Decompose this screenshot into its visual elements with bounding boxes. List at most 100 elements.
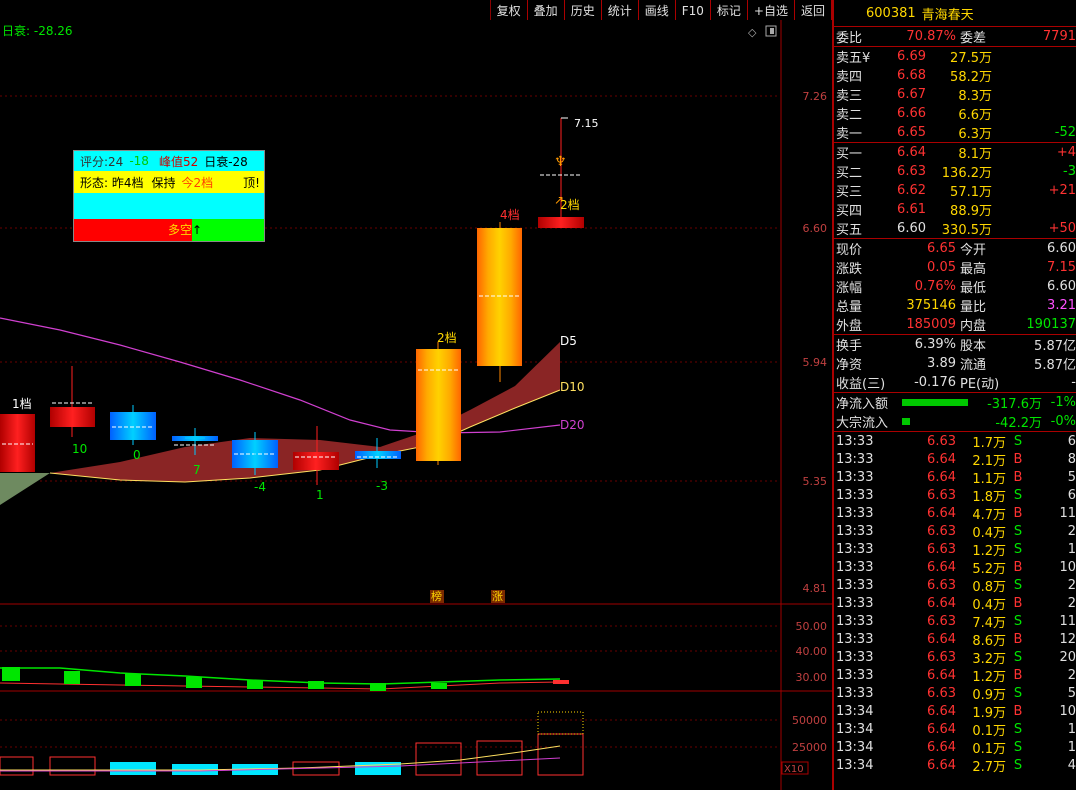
signal-legend-box: 评分:24 -18 峰值52 日衰-28 形态: 昨4档 保持 今2档 顶! 多… xyxy=(73,150,265,242)
toolbar-add-watchlist-button[interactable]: +自选 xyxy=(748,0,795,20)
tick-count: 10 xyxy=(1059,703,1076,719)
toolbar-history-button[interactable]: 历史 xyxy=(565,0,602,20)
tick-row[interactable]: 13:34 6.64 1.9万 B 10 xyxy=(834,702,1076,721)
tick-row[interactable]: 13:33 6.63 0.9万 S 5 xyxy=(834,684,1076,703)
candle[interactable] xyxy=(477,228,522,366)
buy-row[interactable]: 买一 6.64 8.1万 +4 xyxy=(834,143,1076,162)
candle[interactable] xyxy=(0,414,35,472)
tick-list[interactable]: 13:33 6.63 1.7万 S 6 13:33 6.64 2.1万 B 8 13:33 6.64 1… xyxy=(834,431,1076,775)
tick-row[interactable]: 13:33 6.64 5.2万 B 10 xyxy=(834,558,1076,577)
tick-row[interactable]: 13:33 6.63 3.2万 S 20 xyxy=(834,648,1076,667)
tick-price: 6.64 xyxy=(927,559,956,575)
toolbar-f10-button[interactable]: F10 xyxy=(676,0,711,20)
tick-volume: 7.4万 xyxy=(972,615,1006,631)
tick-row[interactable]: 13:33 6.63 1.7万 S 6 xyxy=(834,432,1076,451)
price-axis-label: 7.26 xyxy=(803,90,828,103)
indicator-pane[interactable] xyxy=(0,667,569,691)
quote-panel: 600381 青海春天 委比 70.87% 委差 7791 卖五¥ 6.69 2… xyxy=(832,0,1076,790)
tick-side: B xyxy=(1013,505,1023,521)
tick-count: 1 xyxy=(1067,739,1076,755)
chart-toolbar: 复权 叠加 历史 统计 画线 F10 标记 +自选 返回 xyxy=(489,0,832,20)
tick-row[interactable]: 13:33 6.64 4.7万 B 11 xyxy=(834,504,1076,523)
tick-row[interactable]: 13:33 6.63 1.8万 S 6 xyxy=(834,486,1076,505)
fund-value: 3.89 xyxy=(927,356,956,371)
stat-row: 现价 6.65 今开 6.60 xyxy=(834,239,1076,258)
tick-row[interactable]: 13:33 6.64 1.2万 B 2 xyxy=(834,666,1076,685)
toolbar-mark-button[interactable]: 标记 xyxy=(711,0,748,20)
candle[interactable] xyxy=(416,349,461,461)
daily-decay-label: 日衰: -28.26 xyxy=(2,22,73,39)
sell-row[interactable]: 卖五¥ 6.69 27.5万 xyxy=(834,47,1076,66)
volume-pane[interactable] xyxy=(0,711,584,776)
tick-count: 5 xyxy=(1067,469,1076,485)
candle[interactable] xyxy=(293,452,339,470)
sell-level-label: 卖二 xyxy=(836,108,863,123)
tick-price: 6.63 xyxy=(927,613,956,629)
toolbar-stats-button[interactable]: 统计 xyxy=(602,0,639,20)
buy-volume: 57.1万 xyxy=(950,185,992,200)
tick-row[interactable]: 13:33 6.64 2.1万 B 8 xyxy=(834,450,1076,469)
sell-volume: 27.5万 xyxy=(950,51,992,66)
toolbar-back-button[interactable]: 返回 xyxy=(795,0,832,20)
kline-chart-svg[interactable]: 7.26 6.60 5.94 5.35 4.81 50.00 40.00 30.… xyxy=(0,0,832,790)
candle-label: 2档 xyxy=(560,198,580,212)
buy-price: 6.64 xyxy=(897,145,926,160)
sell-orders: 卖五¥ 6.69 27.5万 卖四 6.68 58.2万 卖三 6.67 8.3… xyxy=(834,47,1076,142)
fund-label: 收益(三) xyxy=(836,377,886,392)
tick-row[interactable]: 13:33 6.63 7.4万 S 11 xyxy=(834,612,1076,631)
legend-row-empty xyxy=(74,193,264,219)
tick-count: 11 xyxy=(1059,613,1076,629)
tick-row[interactable]: 13:33 6.64 8.6万 B 12 xyxy=(834,630,1076,649)
tick-volume: 1.9万 xyxy=(972,705,1006,721)
tick-side: B xyxy=(1013,469,1023,485)
buy-row[interactable]: 买四 6.61 88.9万 xyxy=(834,200,1076,219)
sell-row[interactable]: 卖三 6.67 8.3万 xyxy=(834,85,1076,104)
toolbar-overlay-button[interactable]: 叠加 xyxy=(528,0,565,20)
tick-row[interactable]: 13:33 6.63 0.4万 S 2 xyxy=(834,522,1076,541)
toolbar-draw-button[interactable]: 画线 xyxy=(639,0,676,20)
stat-label: 涨跌 xyxy=(836,262,863,277)
sell-volume: 58.2万 xyxy=(950,70,992,85)
sell-row[interactable]: 卖一 6.65 6.3万 -52 xyxy=(834,123,1076,142)
fund-value: 5.87亿 xyxy=(1034,339,1076,354)
candle[interactable] xyxy=(355,451,401,459)
tick-row[interactable]: 13:33 6.63 0.8万 S 2 xyxy=(834,576,1076,595)
tick-row[interactable]: 13:33 6.64 0.4万 B 2 xyxy=(834,594,1076,613)
tick-count: 1 xyxy=(1067,721,1076,737)
sell-row[interactable]: 卖二 6.66 6.6万 xyxy=(834,104,1076,123)
candle[interactable] xyxy=(50,407,95,427)
candle[interactable] xyxy=(110,412,156,440)
tick-row[interactable]: 13:33 6.64 1.1万 B 5 xyxy=(834,468,1076,487)
tick-time: 13:33 xyxy=(836,631,874,647)
legend-row-pattern: 形态: 昨4档 保持 今2档 顶! xyxy=(74,171,264,193)
stat-label: 外盘 xyxy=(836,319,863,334)
sell-volume: 8.3万 xyxy=(958,89,992,104)
kline-chart-area[interactable]: 7.26 6.60 5.94 5.35 4.81 50.00 40.00 30.… xyxy=(0,0,832,790)
candle[interactable] xyxy=(538,217,584,228)
tick-row[interactable]: 13:34 6.64 0.1万 S 1 xyxy=(834,738,1076,757)
tick-row[interactable]: 13:34 6.64 0.1万 S 1 xyxy=(834,720,1076,739)
stat-row: 总量 375146 量比 3.21 xyxy=(834,296,1076,315)
indicator-axis-label: 30.00 xyxy=(796,671,828,684)
tick-time: 13:33 xyxy=(836,667,874,683)
score-delta: -18 xyxy=(129,154,149,168)
fund-label: 换手 xyxy=(836,339,863,354)
tick-count: 20 xyxy=(1059,649,1076,665)
tick-volume: 1.8万 xyxy=(972,489,1006,505)
stat-label: 最低 xyxy=(960,281,987,296)
zhang-tag[interactable]: 涨 xyxy=(492,590,503,603)
tick-row[interactable]: 13:33 6.63 1.2万 S 1 xyxy=(834,540,1076,559)
bang-tag[interactable]: 榜 xyxy=(431,589,442,603)
diamond-icon[interactable]: ◇ xyxy=(748,26,757,39)
buy-row[interactable]: 买三 6.62 57.1万 +21 xyxy=(834,181,1076,200)
weibi-row: 委比 70.87% 委差 7791 xyxy=(834,27,1076,47)
longshort-red: 多空 xyxy=(74,219,192,241)
toolbar-fuquan-button[interactable]: 复权 xyxy=(491,0,528,20)
buy-row[interactable]: 买五 6.60 330.5万 +50 xyxy=(834,219,1076,238)
tick-row[interactable]: 13:34 6.64 2.7万 S 4 xyxy=(834,756,1076,775)
buy-row[interactable]: 买二 6.63 136.2万 -3 xyxy=(834,162,1076,181)
tick-side: B xyxy=(1013,631,1023,647)
tick-price: 6.64 xyxy=(927,451,956,467)
sell-row[interactable]: 卖四 6.68 58.2万 xyxy=(834,66,1076,85)
tick-count: 10 xyxy=(1059,559,1076,575)
